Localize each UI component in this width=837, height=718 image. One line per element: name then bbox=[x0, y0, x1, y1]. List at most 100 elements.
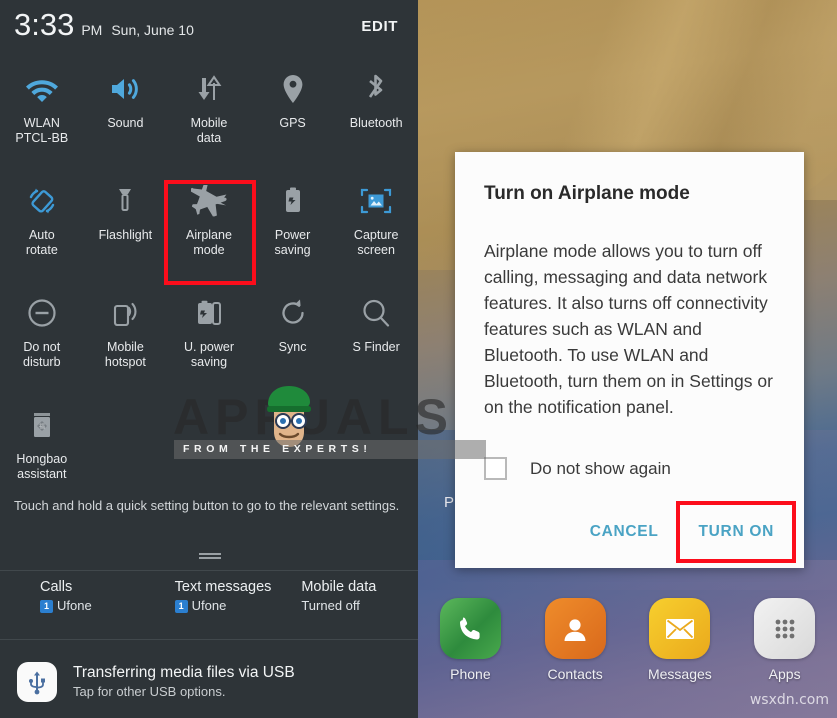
carrier-title: Mobile data bbox=[301, 579, 377, 595]
svg-text:福: 福 bbox=[39, 423, 45, 431]
wifi-icon bbox=[25, 66, 59, 112]
qs-tile-ultra-power-saving[interactable]: U. power saving bbox=[167, 280, 251, 392]
qs-label: WLAN bbox=[23, 116, 60, 130]
qs-sublabel: screen bbox=[357, 243, 395, 257]
qs-label: Bluetooth bbox=[349, 116, 403, 130]
carrier-title: Calls bbox=[40, 579, 73, 595]
bluetooth-icon bbox=[364, 66, 388, 112]
qs-tile-mobile-data[interactable]: Mobile data bbox=[167, 56, 251, 168]
carrier-status-row: Calls 1 Ufone Text messages 1 Ufone Mobi… bbox=[0, 577, 418, 633]
qs-sublabel: saving bbox=[190, 355, 228, 369]
divider bbox=[0, 639, 418, 640]
qs-sublabel: data bbox=[196, 131, 222, 145]
qs-tile-capture-screen[interactable]: Capture screen bbox=[334, 168, 418, 280]
panel-drag-handle[interactable] bbox=[199, 553, 221, 559]
airplane-icon bbox=[190, 178, 227, 224]
location-pin-icon bbox=[280, 66, 306, 112]
qs-tile-s-finder[interactable]: S Finder bbox=[334, 280, 418, 392]
do-not-show-again-row[interactable]: Do not show again bbox=[484, 457, 671, 480]
qs-label: Mobile bbox=[106, 340, 144, 354]
contacts-icon bbox=[544, 598, 606, 659]
mobile-data-icon bbox=[193, 66, 225, 112]
quick-settings-grid: WLAN PTCL-BB Sound Mobile data GPS Bluet… bbox=[0, 56, 418, 504]
turn-on-button-label: TURN ON bbox=[698, 523, 774, 540]
flashlight-icon bbox=[115, 178, 135, 224]
dock-label: Phone bbox=[450, 666, 491, 682]
usb-notification[interactable]: Transferring media files via USB Tap for… bbox=[0, 645, 418, 718]
messages-icon bbox=[649, 598, 711, 659]
qs-sublabel: PTCL-BB bbox=[15, 131, 69, 145]
qs-label: Airplane bbox=[186, 228, 232, 242]
do-not-disturb-icon bbox=[26, 290, 58, 336]
carrier-mobile-data[interactable]: Mobile data Turned off bbox=[291, 577, 418, 633]
dock-item-contacts[interactable]: Contacts bbox=[523, 598, 628, 708]
qs-sublabel: disturb bbox=[23, 355, 61, 369]
screenshot-root: 3:33 PM Sun, June 10 EDIT WLAN PTCL-BB S… bbox=[0, 0, 837, 718]
qs-tile-sync[interactable]: Sync bbox=[251, 280, 335, 392]
qs-sublabel: rotate bbox=[25, 243, 58, 257]
do-not-show-again-checkbox[interactable] bbox=[484, 457, 507, 480]
carrier-name: Ufone bbox=[57, 598, 92, 613]
carrier-title: Text messages bbox=[174, 579, 272, 595]
clock: 3:33 PM Sun, June 10 bbox=[14, 8, 194, 42]
quick-settings-row: 福 Hongbao assistant bbox=[0, 392, 418, 504]
ultra-power-saving-icon bbox=[193, 290, 225, 336]
divider bbox=[0, 570, 418, 571]
qs-tile-flashlight[interactable]: Flashlight bbox=[84, 168, 168, 280]
apps-grid-icon bbox=[754, 598, 816, 659]
carrier-calls[interactable]: Calls 1 Ufone bbox=[0, 577, 157, 633]
qs-tile-mobile-hotspot[interactable]: Mobile hotspot bbox=[84, 280, 168, 392]
qs-tile-auto-rotate[interactable]: Auto rotate bbox=[0, 168, 84, 280]
carrier-text-messages[interactable]: Text messages 1 Ufone bbox=[157, 577, 292, 633]
dock-item-messages[interactable]: Messages bbox=[628, 598, 733, 708]
status-bar: 3:33 PM Sun, June 10 EDIT bbox=[0, 0, 418, 56]
qs-tile-do-not-disturb[interactable]: Do not disturb bbox=[0, 280, 84, 392]
qs-tile-hongbao-assistant[interactable]: 福 Hongbao assistant bbox=[0, 392, 84, 504]
qs-label: Mobile bbox=[190, 116, 228, 130]
qs-tile-bluetooth[interactable]: Bluetooth bbox=[334, 56, 418, 168]
qs-label: Sync bbox=[278, 340, 307, 354]
usb-notification-subtitle: Tap for other USB options. bbox=[73, 684, 226, 699]
hotspot-icon bbox=[110, 290, 140, 336]
dock-label: Contacts bbox=[547, 666, 603, 682]
qs-label: Auto bbox=[28, 228, 55, 242]
volume-icon bbox=[109, 66, 141, 112]
cancel-button[interactable]: CANCEL bbox=[584, 515, 665, 549]
airplane-mode-dialog: Turn on Airplane mode Airplane mode allo… bbox=[455, 152, 804, 568]
clock-date: Sun, June 10 bbox=[111, 22, 194, 38]
search-icon bbox=[360, 290, 392, 336]
qs-tile-gps[interactable]: GPS bbox=[251, 56, 335, 168]
qs-label: Do not bbox=[23, 340, 61, 354]
usb-notification-title: Transferring media files via USB bbox=[73, 664, 295, 681]
carrier-sub: 1 Ufone bbox=[40, 597, 92, 615]
hongbao-icon: 福 bbox=[29, 402, 55, 448]
qs-sublabel: saving bbox=[274, 243, 311, 257]
qs-tile-airplane-mode[interactable]: Airplane mode bbox=[167, 168, 251, 280]
qs-label: Capture bbox=[353, 228, 399, 242]
dock-item-apps[interactable]: Apps bbox=[732, 598, 837, 708]
clock-time: 3:33 bbox=[14, 7, 75, 42]
qs-tile-wlan[interactable]: WLAN PTCL-BB bbox=[0, 56, 84, 168]
carrier-sub: 1 Ufone bbox=[174, 597, 227, 615]
quick-settings-row: Do not disturb Mobile hotspot U. power s… bbox=[0, 280, 418, 392]
dock-item-phone[interactable]: Phone bbox=[418, 598, 523, 708]
partial-app-label: P bbox=[444, 494, 455, 511]
qs-sublabel: hotspot bbox=[104, 355, 146, 369]
carrier-name: Ufone bbox=[191, 598, 227, 613]
dock-label: Messages bbox=[647, 666, 712, 682]
do-not-show-again-label: Do not show again bbox=[530, 458, 671, 478]
battery-saving-icon bbox=[281, 178, 305, 224]
qs-tile-power-saving[interactable]: Power saving bbox=[251, 168, 335, 280]
turn-on-button[interactable]: TURN ON bbox=[676, 501, 796, 563]
qs-sublabel: assistant bbox=[17, 467, 67, 481]
dock-label: Apps bbox=[768, 666, 801, 682]
quick-settings-hint: Touch and hold a quick setting button to… bbox=[14, 498, 400, 513]
edit-button[interactable]: EDIT bbox=[361, 18, 398, 35]
qs-label: Hongbao bbox=[16, 452, 68, 466]
usb-icon bbox=[17, 661, 57, 702]
home-screen-panel: P Turn on Airplane mode Airplane mode al… bbox=[418, 0, 837, 718]
carrier-sub: Turned off bbox=[301, 597, 360, 615]
qs-tile-sound[interactable]: Sound bbox=[84, 56, 168, 168]
qs-label: S Finder bbox=[352, 340, 400, 354]
qs-label: GPS bbox=[279, 116, 306, 130]
